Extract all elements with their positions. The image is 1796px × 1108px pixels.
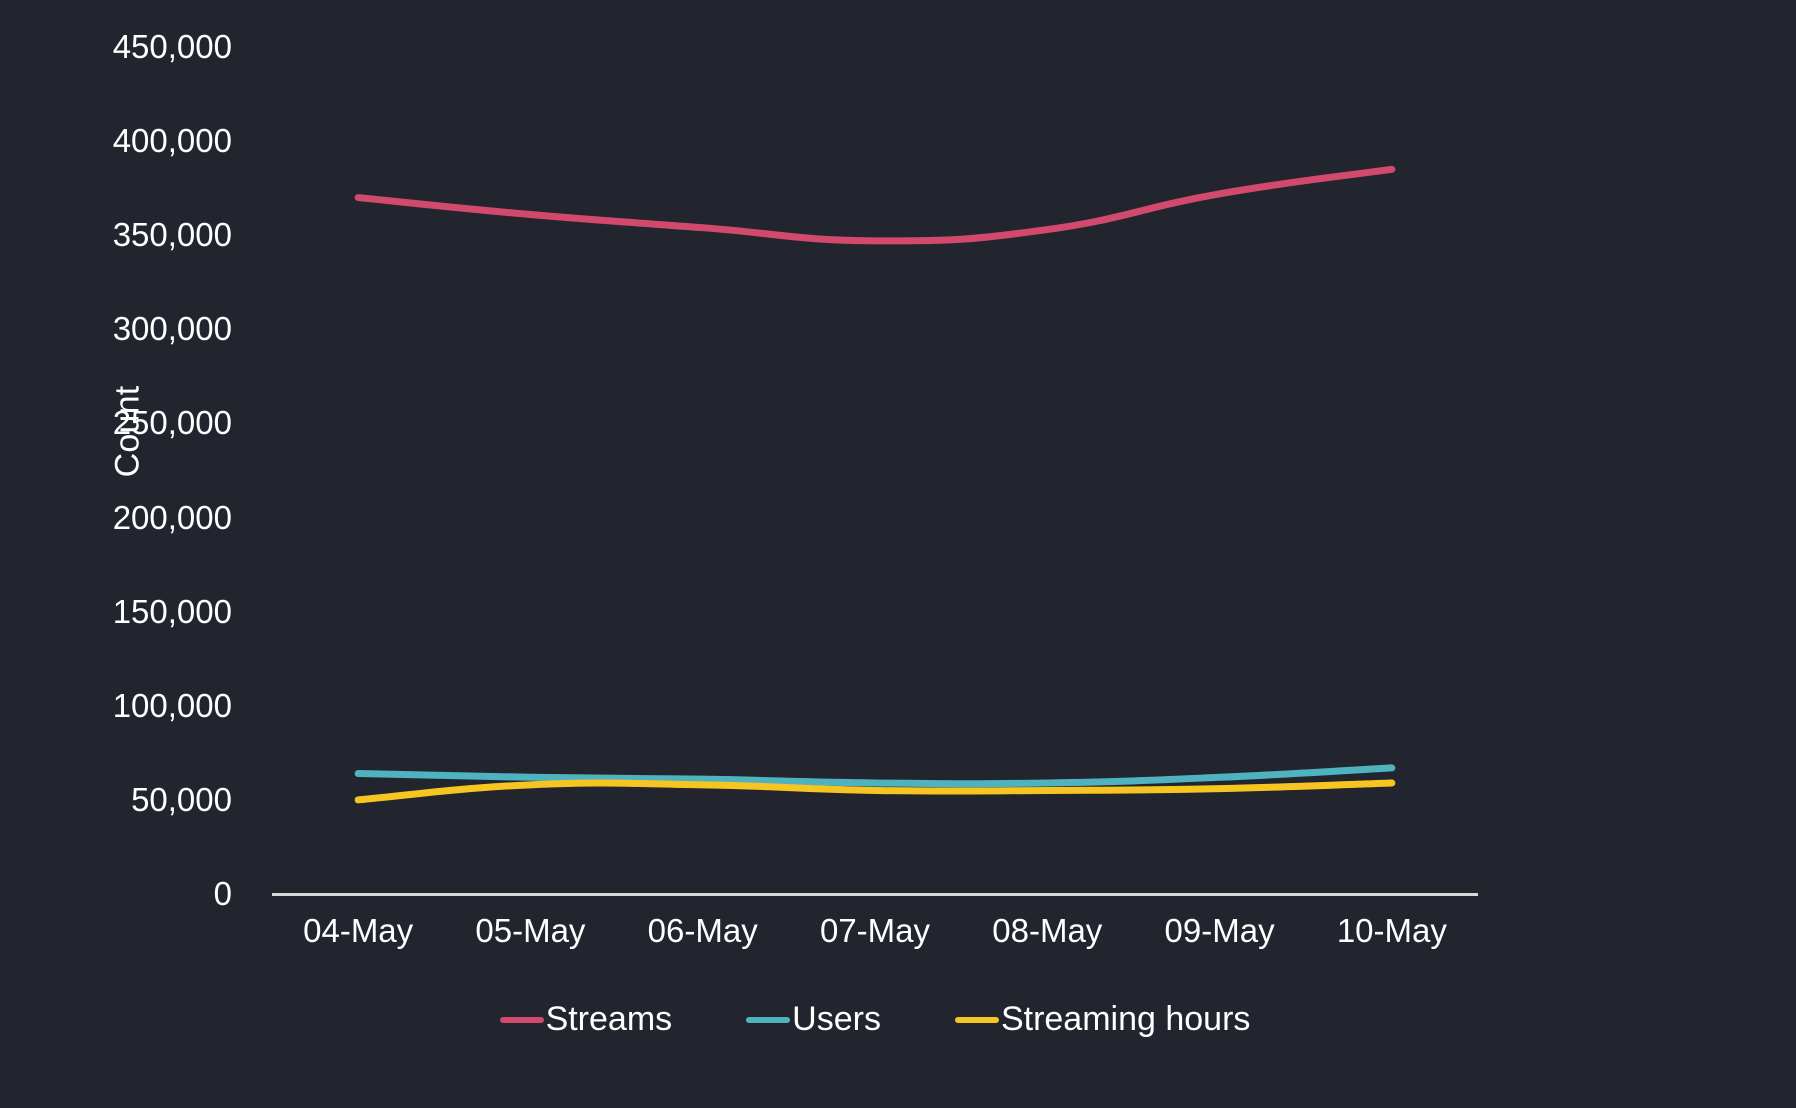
series-line-streams <box>354 165 1396 245</box>
y-axis-tick-label: 100,000 <box>112 686 232 724</box>
plot-area <box>272 20 1476 894</box>
line-chart: Count 0 50,000 100,000 150,000 200,000 250,00… <box>0 0 1796 1108</box>
y-axis-tick-label: 0 <box>213 875 232 912</box>
series-line-users <box>354 764 1396 788</box>
x-axis-tick-labels: 04-May 05-May 06-May 07-May 08-May 09-May 10-M… <box>272 912 1478 972</box>
y-axis-tick-label: 150,000 <box>112 592 232 630</box>
chart-legend: Streams Users Streaming hours <box>272 1000 1478 1039</box>
legend-item-label: Streams <box>545 1000 673 1038</box>
legend-item-label: Streaming hours <box>1000 1000 1251 1038</box>
legend-item-users[interactable]: Users <box>746 1000 881 1039</box>
x-axis-tick-label: 04-May <box>303 912 414 949</box>
x-axis-tick-label: 05-May <box>475 912 586 949</box>
legend-item-label: Users <box>792 1000 881 1038</box>
legend-swatch-icon <box>499 1016 544 1023</box>
x-axis-tick-label: 06-May <box>647 912 758 949</box>
series-canvas <box>354 165 1396 804</box>
y-axis-tick-label: 350,000 <box>112 216 232 254</box>
legend-item-streams[interactable]: Streams <box>499 1000 673 1039</box>
x-axis-tick-label: 10-May <box>1336 912 1447 949</box>
x-axis-tick-label: 08-May <box>992 912 1103 949</box>
legend-swatch-icon <box>954 1016 999 1023</box>
x-axis-tick-label: 07-May <box>819 912 931 949</box>
y-axis-tick-label: 250,000 <box>112 404 232 442</box>
legend-swatch-icon <box>746 1016 791 1023</box>
legend-item-streaming-hours[interactable]: Streaming hours <box>954 1000 1251 1039</box>
y-axis-tick-label: 400,000 <box>112 122 232 160</box>
y-axis-tick-label: 300,000 <box>112 310 232 348</box>
y-axis-tick-label: 200,000 <box>112 498 232 536</box>
y-axis-tick-label: 450,000 <box>112 28 232 65</box>
y-axis-tick-label: 50,000 <box>131 780 232 818</box>
y-axis-tick-labels: 0 50,000 100,000 150,000 200,000 250,000 300,0… <box>0 0 250 1108</box>
x-axis-line <box>272 893 1478 896</box>
x-axis-tick-label: 09-May <box>1164 912 1275 949</box>
